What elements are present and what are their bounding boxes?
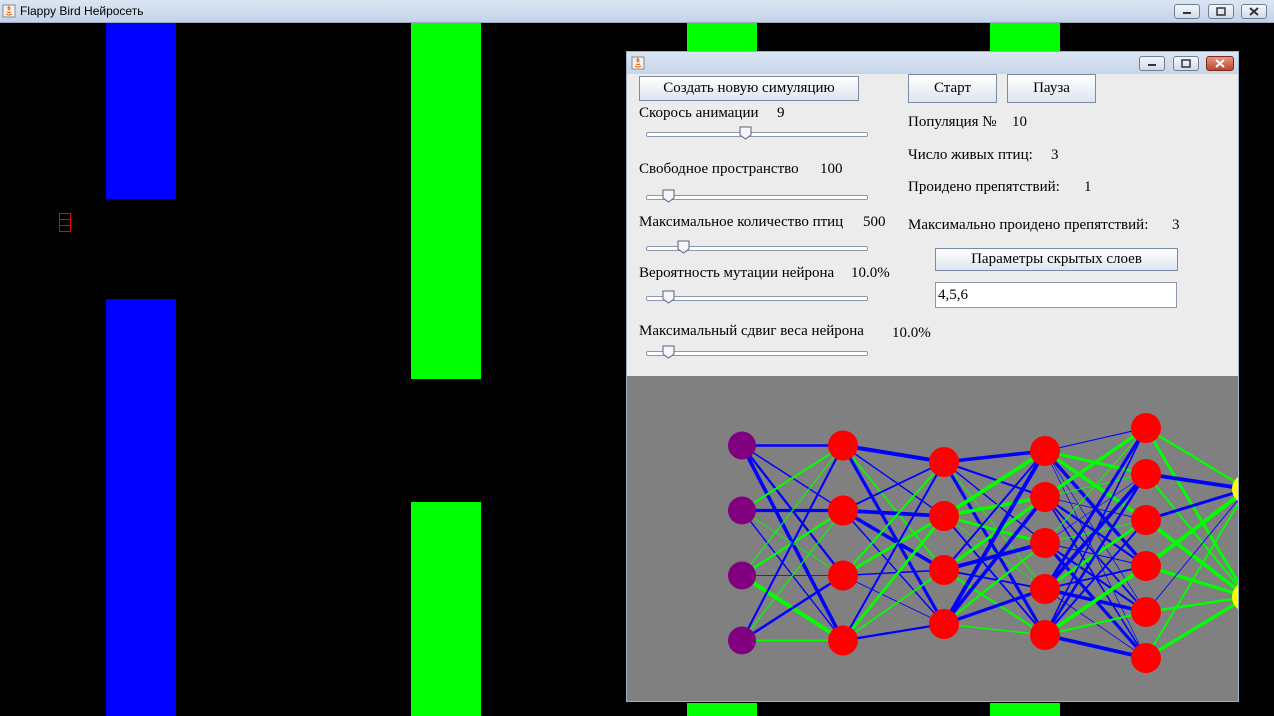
maximize-icon xyxy=(1216,7,1226,16)
input-neuron-0-2 xyxy=(728,561,756,590)
free-space-slider[interactable] xyxy=(642,188,872,204)
hidden-neuron-3-2 xyxy=(1030,528,1060,558)
hidden-neuron-2-1 xyxy=(929,501,959,531)
mutation-probability-slider[interactable] xyxy=(642,289,872,305)
hidden-neuron-4-5 xyxy=(1131,643,1161,673)
connection-2-3-0 xyxy=(942,449,1047,626)
panel-close-button[interactable] xyxy=(1206,56,1234,71)
neural-network-graph xyxy=(728,413,1262,673)
pipe-bottom-4 xyxy=(990,703,1060,716)
hidden-neuron-2-3 xyxy=(929,609,959,639)
slider-thumb-icon[interactable] xyxy=(662,189,675,203)
hidden-neuron-2-2 xyxy=(929,555,959,585)
minimize-button[interactable] xyxy=(1174,4,1200,19)
max-weight-shift-value: 10.0% xyxy=(892,325,931,341)
hidden-layers-input[interactable] xyxy=(935,282,1177,308)
animation-speed-value: 9 xyxy=(777,105,785,121)
hidden-neuron-3-0 xyxy=(1030,436,1060,466)
slider-track xyxy=(646,296,868,301)
max-weight-shift-label: Максимальный сдвиг веса нейрона xyxy=(639,323,864,339)
slider-thumb-icon[interactable] xyxy=(677,240,690,254)
slider-track xyxy=(646,132,868,137)
hidden-layers-button[interactable]: Параметры скрытых слоев xyxy=(935,248,1178,271)
connection-1-0-1 xyxy=(842,444,945,517)
max-birds-value: 500 xyxy=(863,214,886,230)
connection-1-2-2 xyxy=(842,569,945,577)
connection-1-0-0 xyxy=(842,443,945,464)
window-title: Flappy Bird Нейросеть xyxy=(20,4,144,18)
pipe-top-2 xyxy=(411,23,481,379)
pipe-bottom-1 xyxy=(106,299,176,716)
free-space-value: 100 xyxy=(820,161,843,177)
hidden-neuron-1-1 xyxy=(828,495,858,526)
hidden-neuron-3-4 xyxy=(1030,620,1060,650)
connections xyxy=(740,426,1249,660)
panel-titlebar xyxy=(627,52,1238,74)
minimize-icon xyxy=(1183,12,1191,14)
max-passed-obstacles-label: Максимально проидено препятствий: xyxy=(908,217,1149,233)
hidden-neuron-4-4 xyxy=(1131,597,1161,627)
neural-network-view xyxy=(627,376,1262,701)
new-simulation-button[interactable]: Создать новую симуляцию xyxy=(639,76,859,101)
main-window-titlebar: Flappy Bird Нейросеть xyxy=(0,0,1274,23)
pause-button[interactable]: Пауза xyxy=(1007,74,1096,103)
slider-thumb-icon[interactable] xyxy=(739,126,752,140)
maximize-button[interactable] xyxy=(1208,4,1234,19)
max-birds-label: Максимальное количество птиц xyxy=(639,214,844,230)
hidden-neuron-1-0 xyxy=(828,430,858,461)
close-icon xyxy=(1249,7,1259,16)
hidden-neuron-4-0 xyxy=(1131,413,1161,443)
pipe-top-3 xyxy=(687,23,757,51)
control-panel-window: Создать новую симуляцию Старт Пауза Скор… xyxy=(626,51,1262,702)
hidden-neuron-1-2 xyxy=(828,560,858,591)
free-space-label: Свободное пространство xyxy=(639,161,799,177)
alive-birds-label: Число живых птиц: xyxy=(908,147,1033,163)
hidden-neuron-3-1 xyxy=(1030,482,1060,512)
connection-1-3-2 xyxy=(842,569,945,642)
hidden-neuron-4-1 xyxy=(1131,459,1161,489)
hidden-neuron-4-2 xyxy=(1131,505,1161,535)
animation-speed-label: Скорось анимации xyxy=(639,105,759,121)
input-neuron-0-0 xyxy=(728,431,756,460)
population-value: 10 xyxy=(1012,114,1027,130)
close-button[interactable] xyxy=(1241,4,1267,19)
hidden-neuron-3-3 xyxy=(1030,574,1060,604)
passed-obstacles-value: 1 xyxy=(1084,179,1092,195)
java-app-icon xyxy=(2,4,16,18)
pipe-bottom-2 xyxy=(411,502,481,716)
panel-maximize-button[interactable] xyxy=(1173,56,1199,71)
slider-track xyxy=(646,195,868,200)
java-app-icon xyxy=(631,56,645,70)
minimize-icon xyxy=(1148,64,1156,66)
maximize-icon xyxy=(1181,59,1191,68)
max-weight-shift-slider[interactable] xyxy=(642,344,872,360)
slider-track xyxy=(646,351,868,356)
mutation-probability-label: Вероятность мутации нейрона xyxy=(639,265,835,281)
population-label: Популяция № xyxy=(908,114,997,130)
slider-thumb-icon[interactable] xyxy=(662,290,675,304)
passed-obstacles-label: Проидено препятствий: xyxy=(908,179,1060,195)
connection-1-1-1 xyxy=(842,508,945,518)
start-button[interactable]: Старт xyxy=(908,74,997,103)
input-neuron-0-3 xyxy=(728,626,756,655)
slider-thumb-icon[interactable] xyxy=(662,345,675,359)
mutation-probability-value: 10.0% xyxy=(851,265,890,281)
animation-speed-slider[interactable] xyxy=(642,125,872,141)
pipe-top-4 xyxy=(990,23,1060,51)
max-passed-obstacles-value: 3 xyxy=(1172,217,1180,233)
connection-1-3-3 xyxy=(842,622,945,642)
input-neuron-0-1 xyxy=(728,496,756,525)
alive-birds-value: 3 xyxy=(1051,147,1059,163)
max-birds-slider[interactable] xyxy=(642,239,872,255)
pipe-bottom-3 xyxy=(687,703,757,716)
connection-2-0-3 xyxy=(943,461,1046,590)
panel-minimize-button[interactable] xyxy=(1139,56,1165,71)
hidden-neuron-2-0 xyxy=(929,447,959,477)
bird xyxy=(59,213,71,232)
hidden-neuron-1-3 xyxy=(828,625,858,656)
close-icon xyxy=(1215,59,1225,68)
hidden-neuron-4-3 xyxy=(1131,551,1161,581)
pipe-top-1 xyxy=(106,23,176,199)
